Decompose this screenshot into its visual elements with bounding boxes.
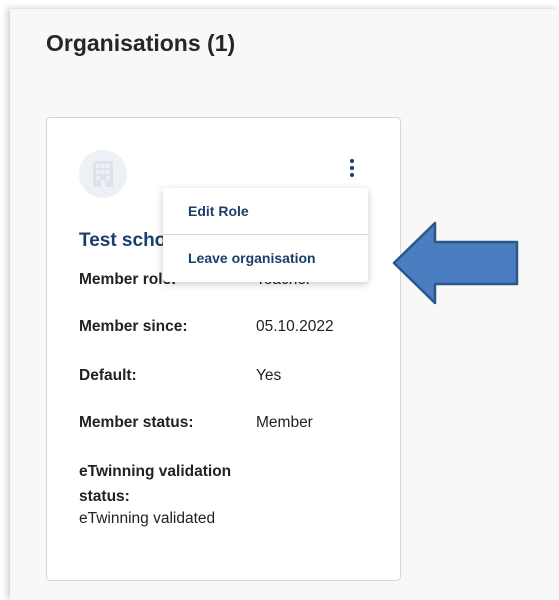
- member-since-label: Member since:: [79, 318, 188, 335]
- validation-status-value: eTwinning validated: [79, 510, 216, 527]
- menu-item-leave-organisation[interactable]: Leave organisation: [163, 235, 368, 281]
- menu-item-edit-role[interactable]: Edit Role: [163, 188, 368, 234]
- organisation-logo: [79, 150, 127, 198]
- member-status-label: Member status:: [79, 414, 194, 431]
- page-title: Organisations (1): [46, 30, 236, 56]
- left-arrow-icon: [392, 221, 519, 305]
- member-role-label: Member role:: [79, 271, 177, 288]
- kebab-menu-icon: [350, 159, 354, 163]
- organisation-actions-menu: Edit Role Leave organisation: [163, 188, 368, 282]
- kebab-menu-button[interactable]: [341, 155, 363, 181]
- member-since-value: 05.10.2022: [256, 318, 334, 335]
- member-status-value: Member: [256, 414, 313, 431]
- building-icon: [93, 161, 113, 187]
- validation-status-label: eTwinning validation status:: [79, 463, 232, 505]
- default-value: Yes: [256, 367, 282, 384]
- default-label: Default:: [79, 367, 137, 384]
